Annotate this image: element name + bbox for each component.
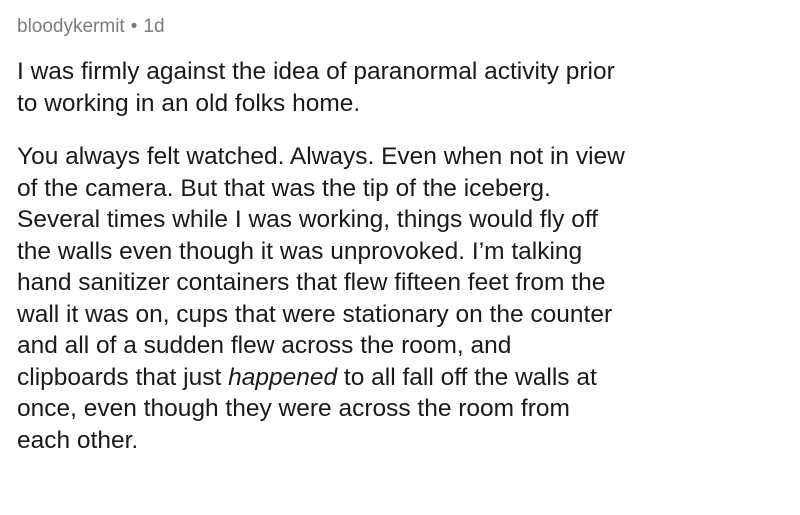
text-line: each other. [17, 426, 139, 454]
text-line: You always felt watched. Always. Even wh… [17, 143, 625, 170]
text-line: Several times while I was working, thing… [17, 206, 598, 233]
text-line: once, even though they were across the r… [17, 395, 570, 422]
comment: bloodykermit • 1d I was firmly against the… [17, 14, 787, 456]
text-line: to working in an old folks home. [17, 89, 361, 117]
paragraph-2: You always felt watched. Always. Even wh… [17, 141, 787, 456]
meta-separator: • [130, 16, 138, 37]
comment-meta: bloodykermit • 1d [17, 14, 787, 42]
text-line: the walls even though it was unprovoked.… [17, 237, 583, 265]
comment-age: 1d [143, 16, 165, 37]
text-line: wall it was on, cups that were stationar… [17, 300, 613, 328]
author-username[interactable]: bloodykermit [17, 16, 125, 37]
emphasized-word: happened [228, 363, 338, 391]
text-line: hand sanitizer containers that flew fift… [17, 269, 606, 296]
text-segment: to all fall off the walls at [337, 363, 597, 391]
comment-body: I was firmly against the idea of paranor… [17, 56, 787, 456]
text-line: I was firmly against the idea of paranor… [17, 58, 615, 85]
text-line: and all of a sudden flew across the room… [17, 332, 512, 359]
paragraph-1: I was firmly against the idea of paranor… [17, 56, 787, 119]
text-segment: clipboards that just [17, 363, 229, 391]
text-line: of the camera. But that was the tip of t… [17, 174, 551, 202]
text-line: clipboards that just happened to all fal… [17, 362, 787, 394]
